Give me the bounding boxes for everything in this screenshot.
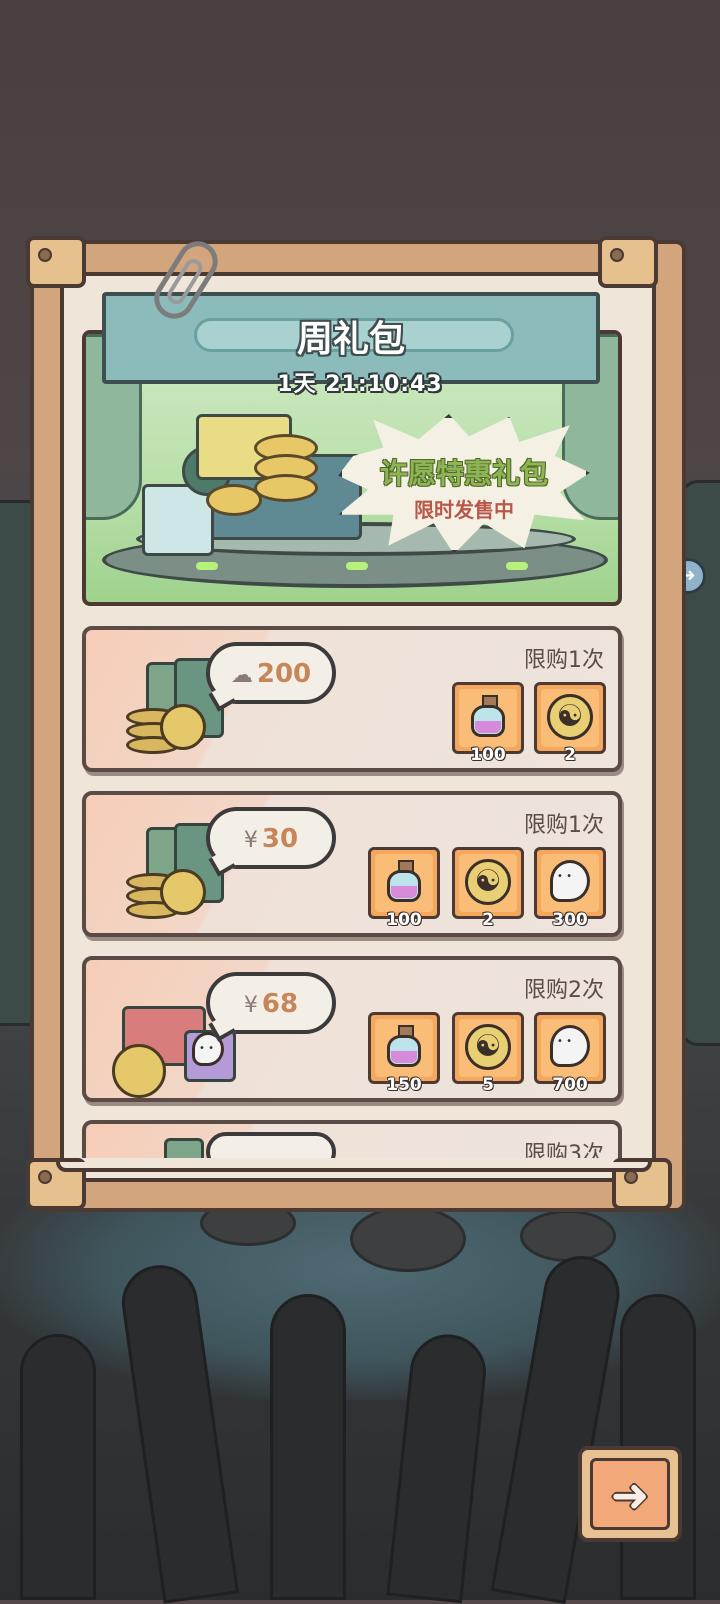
ghost-spirit-icon: [550, 1025, 590, 1067]
price-label: ¥30: [210, 824, 332, 854]
reward-item[interactable]: 2: [452, 847, 524, 930]
suitcase-icon: [164, 1138, 204, 1158]
price-bubble[interactable]: ¥30: [206, 807, 336, 869]
next-button[interactable]: ➜: [578, 1446, 682, 1542]
price-label: ¥68: [210, 989, 332, 1019]
price-currency: ¥: [243, 828, 258, 853]
panel-bottom-edge: [56, 1162, 652, 1172]
yin-yang-coin-icon: [112, 1044, 166, 1098]
reward-count: 5: [482, 1075, 494, 1095]
reward-count: 2: [482, 910, 494, 930]
frame-corner: [26, 236, 86, 288]
ghost-spirit-icon: [550, 860, 590, 902]
price-label: ☁ 200: [210, 659, 332, 689]
purchase-limit: 限购1次: [524, 813, 604, 838]
gift-coin: [254, 474, 318, 502]
price-bubble[interactable]: ¥68: [206, 972, 336, 1034]
purchase-limit: 限购1次: [524, 648, 604, 673]
background-grass: [270, 1294, 346, 1600]
reward-item[interactable]: 5: [452, 1012, 524, 1095]
promo-subtitle: 限时发售中: [414, 498, 514, 522]
reward-count: 100: [386, 910, 422, 930]
reward-count: 2: [564, 745, 576, 765]
gift-coin: [206, 484, 262, 516]
reward-item[interactable]: 100: [368, 847, 440, 930]
countdown-timer: 1天 21:10:43: [277, 372, 443, 397]
potion-bottle-icon: [383, 1025, 425, 1069]
reward-count: 700: [552, 1075, 588, 1095]
reward-item[interactable]: 100: [452, 682, 524, 765]
price-value: 68: [261, 989, 299, 1019]
potion-bottle-icon: [383, 860, 425, 904]
yin-yang-coin-icon: [465, 1024, 511, 1070]
reward-count: 100: [470, 745, 506, 765]
reward-item[interactable]: 700: [534, 1012, 606, 1095]
yin-yang-coin-icon: [465, 859, 511, 905]
background-rock: [350, 1206, 466, 1272]
ghost-currency-icon: ☁: [230, 663, 253, 688]
background-grass: [20, 1334, 96, 1600]
stage-light: [346, 562, 368, 570]
next-button-face: ➜: [590, 1458, 670, 1530]
reward-item[interactable]: 300: [534, 847, 606, 930]
yin-yang-coin-icon: [547, 694, 593, 740]
potion-bottle-icon: [467, 695, 509, 739]
yin-yang-coin-icon: [160, 704, 206, 750]
price-bubble[interactable]: [206, 1132, 336, 1158]
reward-item[interactable]: 2: [534, 682, 606, 765]
background-rock: [520, 1210, 616, 1262]
arrow-right-icon: ➜: [610, 1468, 650, 1522]
reward-item[interactable]: 150: [368, 1012, 440, 1095]
price-currency: ¥: [243, 993, 258, 1018]
purchase-limit: 限购2次: [524, 978, 604, 1003]
reward-count: 300: [552, 910, 588, 930]
promo-title: 许愿特惠礼包: [379, 457, 548, 490]
stage-light: [506, 562, 528, 570]
offer-row[interactable]: 限购2次 ¥68 150 5 700: [82, 956, 622, 1102]
offer-row[interactable]: 限购1次 ¥30 100 2 300: [82, 791, 622, 937]
price-bubble[interactable]: ☁ 200: [206, 642, 336, 704]
price-value: 200: [256, 659, 312, 689]
offer-row[interactable]: 限购1次 ☁200 100 2: [82, 626, 622, 772]
offer-row[interactable]: 限购3次: [82, 1120, 622, 1158]
price-value: 30: [261, 824, 299, 854]
yin-yang-coin-icon: [160, 869, 206, 915]
stage-light: [196, 562, 218, 570]
frame-corner: [598, 236, 658, 288]
reward-count: 150: [386, 1075, 422, 1095]
purchase-limit: 限购3次: [524, 1142, 604, 1158]
